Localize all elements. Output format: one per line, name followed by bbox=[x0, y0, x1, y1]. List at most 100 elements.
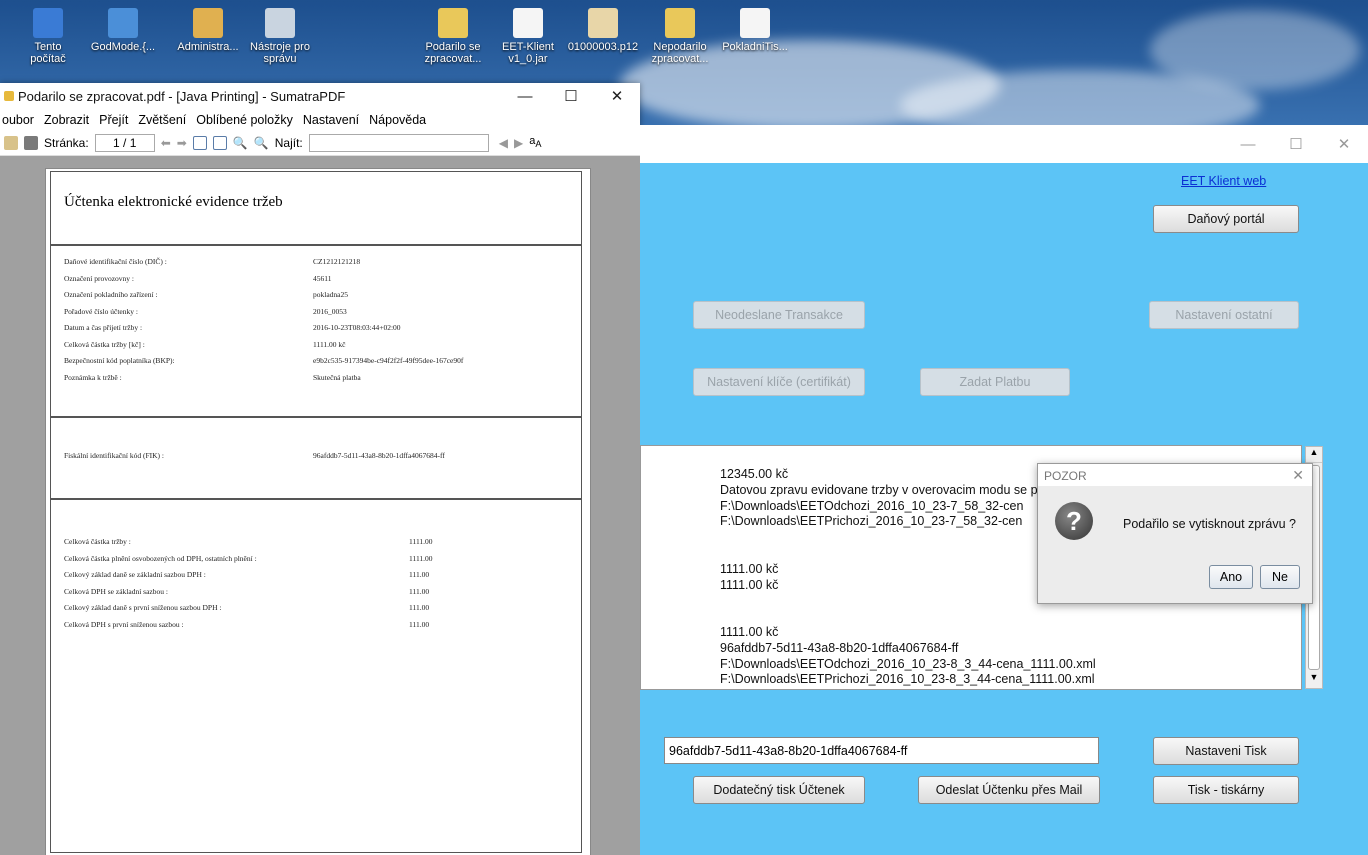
dialog-close-icon[interactable]: ✕ bbox=[1292, 467, 1304, 484]
desktop-icon[interactable]: 01000003.p12 bbox=[563, 8, 643, 53]
receipt-row-value: 45611 bbox=[313, 273, 332, 283]
desktop-icon-label: EET-Klient v1_0.jar bbox=[502, 41, 554, 65]
receipt-row-value: 111.00 bbox=[409, 603, 430, 612]
nastaveni-tisk-button[interactable]: Nastaveni Tisk bbox=[1153, 737, 1299, 765]
receipt-row-value: e9b2c535-917394be-c94f2f2f-49f95dee-167c… bbox=[313, 356, 464, 365]
receipt-row-label: Celková částka plnění osvobozených od DP… bbox=[64, 553, 257, 563]
desktop-icon-label: GodMode.{... bbox=[90, 41, 156, 53]
log-line: F:\Downloads\EETOdchozi_2016_10_23-7_58_… bbox=[720, 498, 1024, 513]
dialog-titlebar[interactable]: POZOR ✕ bbox=[1038, 464, 1312, 486]
desktop-icon[interactable]: GodMode.{... bbox=[83, 8, 163, 53]
document-area[interactable]: Účtenka elektronické evidence tržeb Daňo… bbox=[0, 156, 640, 855]
prev-page-icon[interactable]: ⬅ bbox=[161, 136, 171, 150]
nastaveni-klice-button[interactable]: Nastavení klíče (certifikát) bbox=[693, 368, 865, 396]
desktop-icon[interactable]: Nástroje pro správu bbox=[240, 8, 320, 65]
nastaveni-ostatni-button[interactable]: Nastavení ostatní bbox=[1149, 301, 1299, 329]
desktop-icon[interactable]: Tento počítač bbox=[8, 8, 88, 65]
pdf-icon bbox=[665, 8, 695, 38]
receipt-row-value: 1111.00 bbox=[409, 537, 433, 546]
log-line: F:\Downloads\EETOdchozi_2016_10_23-8_3_4… bbox=[720, 656, 1096, 671]
sumatra-window: Podarilo se zpracovat.pdf - [Java Printi… bbox=[0, 83, 640, 855]
zadat-platbu-button[interactable]: Zadat Platbu bbox=[920, 368, 1070, 396]
find-prev-icon[interactable]: ◀ bbox=[499, 136, 508, 150]
ano-button[interactable]: Ano bbox=[1209, 565, 1253, 589]
scroll-up-icon[interactable]: ▲ bbox=[1306, 447, 1322, 463]
menu-item[interactable]: Zobrazit bbox=[44, 113, 89, 127]
eet-titlebar[interactable]: — ☐ ✕ bbox=[640, 125, 1368, 163]
find-label: Najít: bbox=[274, 135, 303, 150]
close-button[interactable]: ✕ bbox=[594, 83, 640, 109]
dodatecny-tisk-button[interactable]: Dodatečný tisk Účtenek bbox=[693, 776, 865, 804]
menu-item[interactable]: oubor bbox=[2, 113, 34, 127]
receipt-row-value: 111.00 bbox=[409, 586, 430, 596]
sumatra-app-icon bbox=[4, 91, 14, 101]
fik-input[interactable]: 96afddb7-5d11-43a8-8b20-1dffa4067684-ff bbox=[664, 737, 1099, 764]
receipt-row-label: Celková částka tržby : bbox=[64, 537, 131, 546]
odeslat-mail-button[interactable]: Odeslat Účtenku přes Mail bbox=[918, 776, 1100, 804]
dialog-message: Podařilo se vytisknout zprávu ? bbox=[1123, 517, 1297, 531]
desktop-icon[interactable]: Nepodarilo zpracovat... bbox=[640, 8, 720, 65]
menu-item[interactable]: Nápověda bbox=[369, 113, 426, 127]
receipt-fik-box: Fiskální identifikační kód (FIK) : 96afd… bbox=[50, 417, 582, 499]
receipt-row-label: Datum a čas přijetí tržby : bbox=[64, 323, 143, 332]
scroll-down-icon[interactable]: ▼ bbox=[1306, 672, 1322, 688]
admin-tools-icon bbox=[265, 8, 295, 38]
receipt-row-value: 1111.00 kč bbox=[313, 339, 346, 349]
desktop-icon-label: Administra... bbox=[177, 41, 239, 53]
menu-item[interactable]: Zvětšení bbox=[138, 113, 186, 127]
fit-width-icon[interactable] bbox=[212, 135, 227, 150]
desktop-icon-label: Nepodarilo zpracovat... bbox=[651, 41, 709, 65]
receipt-row-value: Skutečná platba bbox=[313, 372, 361, 382]
receipt-row-label: Označení pokladního zařízení : bbox=[64, 290, 158, 299]
receipt-section-3: Celková částka tržby : 1111.00 Celková čás… bbox=[50, 499, 582, 853]
menu-item[interactable]: Přejít bbox=[99, 113, 128, 127]
receipt-row-value: pokladna25 bbox=[313, 290, 348, 299]
find-input[interactable] bbox=[308, 133, 489, 152]
sumatra-menubar: oubor Zobrazit Přejít Zvětšení Oblíbené polo… bbox=[0, 109, 640, 130]
print-icon[interactable] bbox=[24, 135, 38, 150]
page-input[interactable]: 1 / 1 bbox=[94, 133, 155, 152]
receipt-row-value: 1111.00 bbox=[409, 553, 433, 563]
eet-web-link[interactable]: EET Klient web bbox=[1181, 174, 1266, 188]
question-icon: ? bbox=[1055, 502, 1093, 540]
receipt-row-value: 111.00 bbox=[409, 619, 430, 629]
sumatra-toolbar: Stránka: 1 / 1 ⬅ ➡ 🔍 🔍 Najít: ◀ ▶ aA bbox=[0, 130, 640, 156]
receipt-row-label: Celková DPH s první sníženou sazbou : bbox=[64, 619, 184, 629]
zoom-in-icon[interactable]: 🔍 bbox=[254, 136, 269, 150]
log-line: 1111.00 kč bbox=[720, 577, 779, 592]
receipt-row-value: CZ1212121218 bbox=[313, 257, 361, 266]
sumatra-titlebar[interactable]: Podarilo se zpracovat.pdf - [Java Printi… bbox=[0, 83, 640, 109]
zoom-out-icon[interactable]: 🔍 bbox=[233, 136, 248, 150]
neodeslane-transakce-button[interactable]: Neodeslane Transakce bbox=[693, 301, 865, 329]
tisk-tiskarny-button[interactable]: Tisk - tiskárny bbox=[1153, 776, 1299, 804]
open-icon[interactable] bbox=[4, 135, 18, 150]
fit-page-icon[interactable] bbox=[192, 135, 207, 150]
eet-close-button[interactable]: ✕ bbox=[1320, 135, 1368, 153]
menu-item[interactable]: Nastavení bbox=[303, 113, 359, 127]
desktop-icon-label: Nástroje pro správu bbox=[250, 41, 310, 65]
desktop-icon[interactable]: PokladniTis... bbox=[715, 8, 795, 53]
menu-item[interactable]: Oblíbené položky bbox=[196, 113, 293, 127]
desktop-icon-label: PokladniTis... bbox=[722, 41, 788, 53]
desktop-icon[interactable]: Podarilo se zpracovat... bbox=[413, 8, 493, 65]
page-label: Stránka: bbox=[44, 135, 89, 150]
desktop-icon[interactable]: Administra... bbox=[168, 8, 248, 53]
match-case-icon[interactable]: aA bbox=[529, 135, 541, 149]
maximize-button[interactable]: ☐ bbox=[548, 83, 594, 109]
desktop-icon[interactable]: EET-Klient v1_0.jar bbox=[488, 8, 568, 65]
minimize-button[interactable]: — bbox=[502, 83, 548, 109]
eet-maximize-button[interactable]: ☐ bbox=[1272, 135, 1320, 153]
control-panel-icon bbox=[108, 8, 138, 38]
find-next-icon[interactable]: ▶ bbox=[514, 136, 523, 150]
sumatra-title: Podarilo se zpracovat.pdf - [Java Printi… bbox=[18, 88, 346, 104]
danovy-portal-button[interactable]: Daňový portál bbox=[1153, 205, 1299, 233]
log-line: F:\Downloads\EETPrichozi_2016_10_23-8_3_… bbox=[720, 672, 1095, 687]
dialog-title: POZOR bbox=[1044, 469, 1087, 483]
receipt-header-box: Účtenka elektronické evidence tržeb bbox=[50, 171, 582, 245]
ne-button[interactable]: Ne bbox=[1260, 565, 1300, 589]
receipt-title: Účtenka elektronické evidence tržeb bbox=[64, 194, 283, 210]
next-page-icon[interactable]: ➡ bbox=[177, 136, 187, 150]
eet-minimize-button[interactable]: — bbox=[1224, 136, 1272, 153]
log-line: 1111.00 kč bbox=[720, 561, 779, 576]
desktop-icon-label: Tento počítač bbox=[30, 41, 66, 65]
